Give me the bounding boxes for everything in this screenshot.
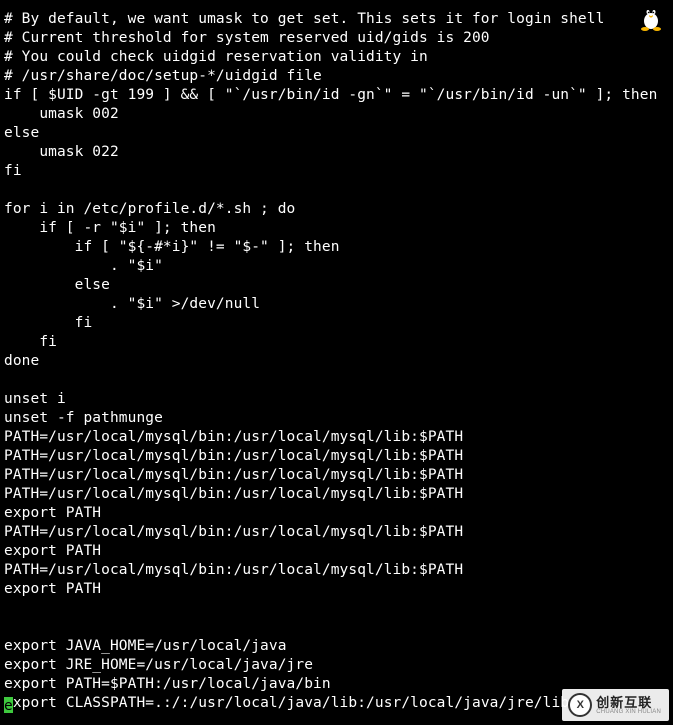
watermark-badge: X 创新互联 CHUANG XIN HULIAN <box>562 689 669 721</box>
watermark-text-zh: 创新互联 <box>596 696 661 709</box>
terminal-last-line: xport CLASSPATH=.:/:/usr/local/java/lib:… <box>13 695 569 711</box>
terminal-output[interactable]: # By default, we want umask to get set. … <box>0 0 673 717</box>
terminal-cursor: e <box>4 697 13 713</box>
watermark-text-en: CHUANG XIN HULIAN <box>596 709 661 715</box>
watermark-logo-icon: X <box>568 693 592 717</box>
